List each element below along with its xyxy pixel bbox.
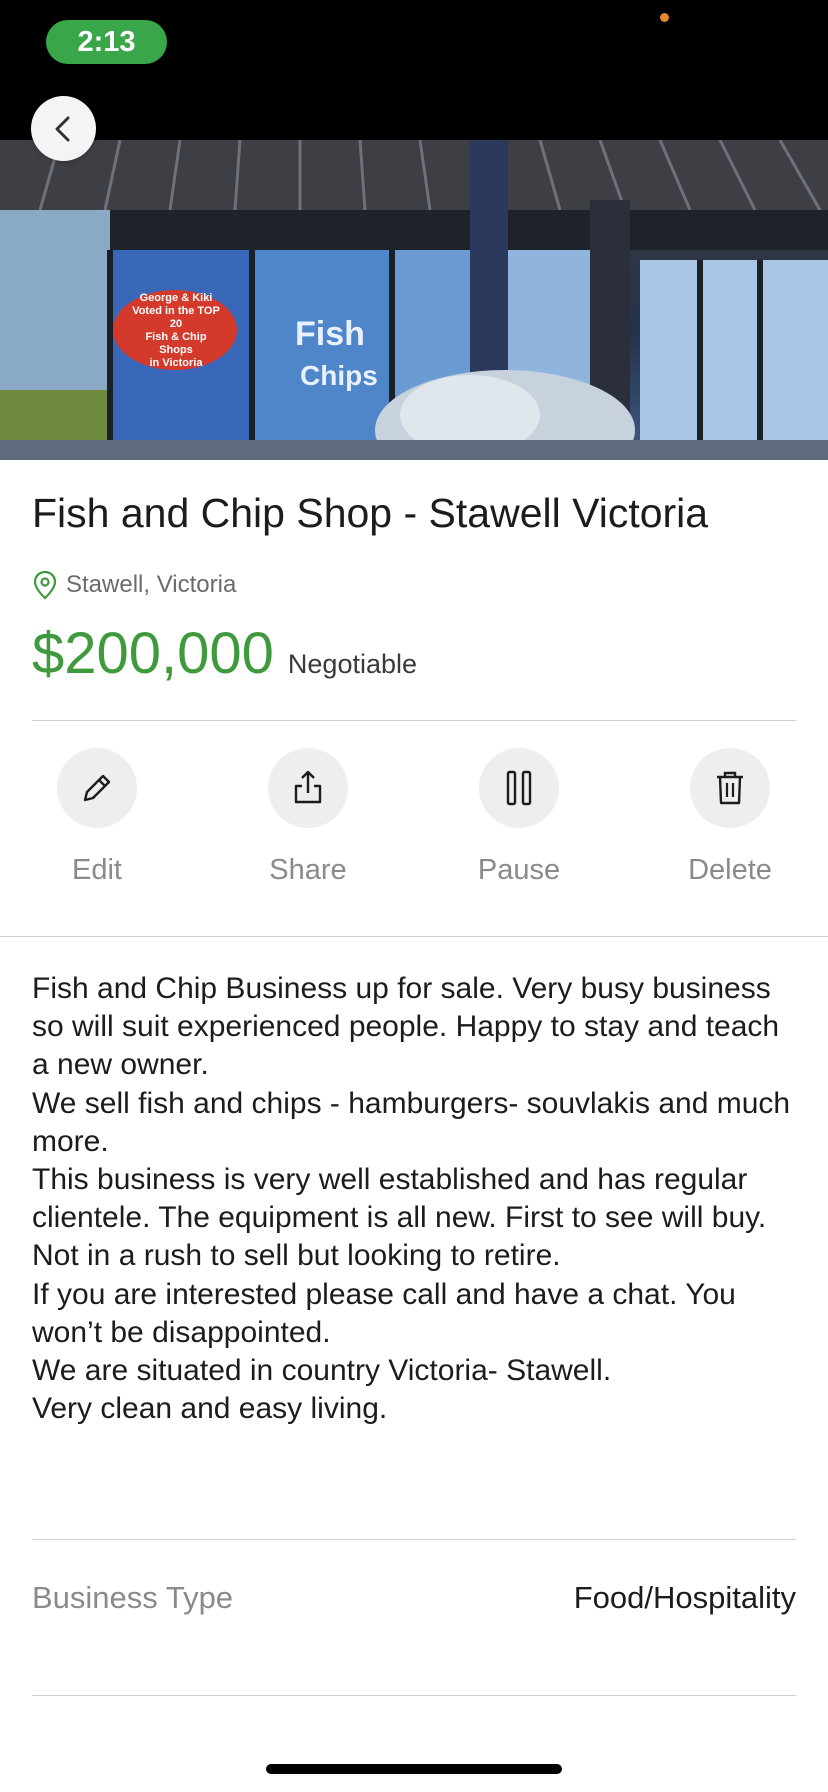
edit-button-circle[interactable]: [57, 748, 137, 828]
delete-button[interactable]: Delete: [650, 748, 810, 887]
business-type-label: Business Type: [32, 1580, 234, 1615]
price-negotiable-note: Negotiable: [287, 649, 418, 679]
trash-icon: [717, 771, 743, 805]
edit-label: Edit: [72, 854, 122, 886]
window-sign-line: George & Kiki: [139, 292, 213, 304]
status-bar: 2:13: [0, 0, 828, 140]
description-paragraph: Very clean and easy living.: [32, 1392, 388, 1426]
chevron-left-icon: [55, 116, 69, 141]
divider: [32, 1539, 796, 1540]
divider: [0, 936, 828, 937]
listing-description: Fish and Chip Business up for sale. Very…: [32, 970, 802, 1428]
back-button[interactable]: [31, 96, 96, 161]
share-label: Share: [269, 854, 347, 886]
window-sign-line: Voted in the TOP 20: [132, 305, 220, 330]
listing-title: Fish and Chip Shop - Stawell Victoria: [32, 490, 709, 536]
pause-label: Pause: [477, 854, 561, 886]
share-button-circle[interactable]: [268, 748, 348, 828]
window-sign-line: Fish & Chip Shops: [145, 331, 207, 356]
listing-actions: Edit Share Pause Delete: [0, 748, 828, 908]
description-paragraph: Fish and Chip Business up for sale. Very…: [32, 972, 780, 1082]
pause-icon: [506, 770, 532, 806]
window-sign: George & Kiki Voted in the TOP 20 Fish &…: [128, 292, 224, 370]
listing-location: Stawell, Victoria: [32, 570, 236, 600]
detail-row-business-type: Business Type Food/Hospitality: [32, 1580, 796, 1616]
shopfront-illustration: [0, 140, 828, 460]
description-paragraph: Not in a rush to sell but looking to ret…: [32, 1239, 561, 1273]
pause-button[interactable]: Pause: [439, 748, 599, 887]
neon-sign-fish: Fish: [295, 315, 365, 353]
divider: [32, 720, 796, 721]
home-indicator[interactable]: [266, 1764, 562, 1774]
listing-price: $200,000: [32, 621, 274, 686]
divider: [32, 1695, 796, 1696]
share-button[interactable]: Share: [228, 748, 388, 887]
edit-button[interactable]: Edit: [17, 748, 177, 887]
price-row: $200,000 Negotiable: [32, 620, 417, 687]
delete-button-circle[interactable]: [690, 748, 770, 828]
pause-button-circle[interactable]: [479, 748, 559, 828]
share-icon: [294, 770, 322, 804]
listing-photo[interactable]: George & Kiki Voted in the TOP 20 Fish &…: [0, 140, 828, 460]
description-paragraph: We are situated in country Victoria- Sta…: [32, 1354, 612, 1388]
status-time: 2:13: [46, 20, 167, 64]
description-paragraph: We sell fish and chips - hamburgers- sou…: [32, 1086, 791, 1158]
description-paragraph: If you are interested please call and ha…: [32, 1277, 736, 1349]
window-sign-line: in Victoria: [149, 357, 203, 369]
neon-sign-chips: Chips: [300, 360, 378, 391]
privacy-indicator-dot: [660, 13, 669, 22]
delete-label: Delete: [688, 854, 772, 886]
location-pin-icon: [33, 570, 57, 600]
pencil-icon: [83, 774, 111, 802]
location-text: Stawell, Victoria: [66, 571, 237, 598]
business-type-value: Food/Hospitality: [573, 1580, 796, 1615]
description-paragraph: This business is very well established a…: [32, 1163, 767, 1235]
